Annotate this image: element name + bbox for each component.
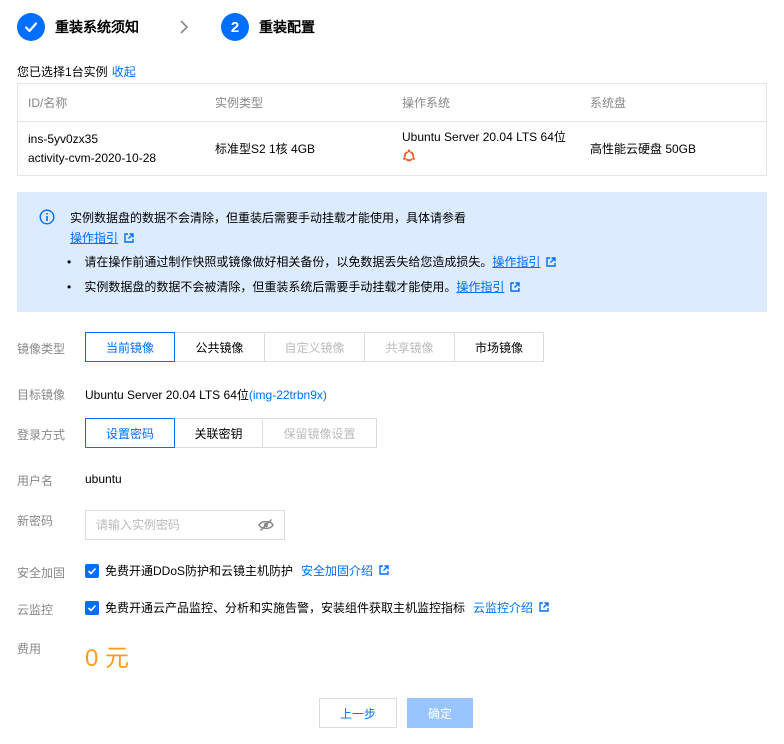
notice-bullet-1-link[interactable]: 操作指引 bbox=[492, 255, 540, 269]
table-row: ins-5yv0zx35 activity-cvm-2020-10-28 标准型… bbox=[18, 122, 766, 175]
login-method-label: 登录方式 bbox=[17, 428, 66, 442]
ubuntu-logo-icon bbox=[402, 148, 580, 169]
col-header-os: 操作系统 bbox=[402, 96, 451, 110]
cell-id-name: ins-5yv0zx35 activity-cvm-2020-10-28 bbox=[18, 130, 205, 168]
image-type-market[interactable]: 市场镜像 bbox=[454, 332, 544, 362]
chevron-right-icon bbox=[174, 17, 194, 37]
image-type-public[interactable]: 公共镜像 bbox=[174, 332, 265, 362]
steps-bar: 重装系统须知 2 重装配置 bbox=[17, 12, 315, 42]
selected-count-text: 您已选择1台实例 bbox=[17, 65, 108, 79]
eye-off-icon[interactable] bbox=[258, 518, 274, 535]
notice-bullet-2-text: 实例数据盘的数据不会被清除，但重装系统后需要手动挂载才能使用。 bbox=[84, 280, 457, 294]
notice-bullet-2-link[interactable]: 操作指引 bbox=[456, 280, 504, 294]
instance-table: ID/名称 实例类型 操作系统 系统盘 ins-5yv0zx35 activit… bbox=[17, 83, 767, 176]
target-image-value: Ubuntu Server 20.04 LTS 64位(img-22trbn9x… bbox=[85, 386, 327, 403]
table-header: ID/名称 实例类型 操作系统 系统盘 bbox=[18, 84, 766, 122]
security-label: 安全加固 bbox=[17, 566, 66, 580]
username-label: 用户名 bbox=[17, 474, 54, 488]
image-type-label: 镜像类型 bbox=[17, 342, 66, 356]
external-link-icon bbox=[539, 601, 549, 615]
check-icon bbox=[24, 22, 38, 33]
image-type-shared: 共享镜像 bbox=[364, 332, 455, 362]
col-header-disk: 系统盘 bbox=[590, 96, 627, 110]
security-intro-link[interactable]: 安全加固介绍 bbox=[301, 562, 373, 579]
fee-value: 0 元 bbox=[85, 645, 130, 672]
cell-type: 标准型S2 1核 4GB bbox=[215, 142, 316, 156]
image-type-group: 当前镜像 公共镜像 自定义镜像 共享镜像 市场镜像 bbox=[85, 332, 544, 362]
notice-panel: 实例数据盘的数据不会清除，但重装后需要手动挂载才能使用，具体请参看 操作指引 请… bbox=[17, 192, 767, 312]
col-header-type: 实例类型 bbox=[215, 96, 264, 110]
confirm-button[interactable]: 确定 bbox=[407, 698, 473, 728]
notice-main-text: 实例数据盘的数据不会清除，但重装后需要手动挂载才能使用，具体请参看 bbox=[70, 211, 467, 225]
instance-id: ins-5yv0zx35 bbox=[28, 131, 99, 146]
notice-bullet-2: 实例数据盘的数据不会被清除，但重装系统后需要手动挂载才能使用。操作指引 bbox=[67, 277, 521, 298]
col-header-id: ID/名称 bbox=[28, 96, 68, 110]
info-icon bbox=[39, 209, 55, 228]
login-method-group: 设置密码 关联密钥 保留镜像设置 bbox=[85, 418, 377, 448]
password-field bbox=[85, 510, 285, 540]
checkbox-checked-icon bbox=[87, 567, 97, 575]
notice-bullet-1: 请在操作前通过制作快照或镜像做好相关备份，以免数据丢失给您造成损失。操作指引 bbox=[67, 252, 557, 273]
target-image-id-link[interactable]: (img-22trbn9x) bbox=[249, 388, 327, 402]
notice-bullet-1-text: 请在操作前通过制作快照或镜像做好相关备份，以免数据丢失给您造成损失。 bbox=[84, 255, 493, 269]
security-option: 免费开通DDoS防护和云镜主机防护 安全加固介绍 bbox=[85, 562, 389, 579]
login-set-password[interactable]: 设置密码 bbox=[85, 418, 175, 448]
monitor-checkbox[interactable] bbox=[85, 600, 99, 615]
selected-instances: 您已选择1台实例 收起 bbox=[17, 63, 136, 80]
monitor-intro-link[interactable]: 云监控介绍 bbox=[473, 599, 533, 616]
cell-disk: 高性能云硬盘 50GB bbox=[590, 142, 697, 156]
target-image-name: Ubuntu Server 20.04 LTS 64位 bbox=[85, 388, 249, 402]
new-password-label: 新密码 bbox=[17, 514, 54, 528]
notice-guide-link[interactable]: 操作指引 bbox=[70, 231, 118, 245]
os-name: Ubuntu Server 20.04 LTS 64位 bbox=[402, 130, 566, 144]
external-link-icon bbox=[379, 564, 389, 578]
monitor-label: 云监控 bbox=[17, 603, 54, 617]
step-1-label: 重装系统须知 bbox=[55, 19, 139, 35]
external-link-icon bbox=[124, 229, 134, 249]
fee-label: 费用 bbox=[17, 642, 42, 656]
external-link-icon bbox=[546, 253, 557, 273]
image-type-custom: 自定义镜像 bbox=[264, 332, 365, 362]
monitor-option: 免费开通云产品监控、分析和实施告警，安装组件获取主机监控指标 云监控介绍 bbox=[85, 599, 549, 616]
prev-step-button[interactable]: 上一步 bbox=[319, 698, 397, 728]
image-type-current[interactable]: 当前镜像 bbox=[85, 332, 175, 362]
step-1-done bbox=[17, 13, 45, 41]
monitor-text: 免费开通云产品监控、分析和实施告警，安装组件获取主机监控指标 bbox=[105, 601, 466, 615]
target-image-label: 目标镜像 bbox=[17, 388, 66, 402]
checkbox-checked-icon bbox=[87, 604, 97, 612]
step-2-label: 重装配置 bbox=[259, 19, 315, 35]
cell-os: Ubuntu Server 20.04 LTS 64位 bbox=[392, 128, 580, 169]
password-input[interactable] bbox=[86, 511, 246, 539]
notice-main: 实例数据盘的数据不会清除，但重装后需要手动挂载才能使用，具体请参看 操作指引 bbox=[70, 208, 466, 249]
step-2-current: 2 bbox=[221, 13, 249, 41]
external-link-icon bbox=[510, 278, 521, 298]
security-text: 免费开通DDoS防护和云镜主机防护 bbox=[105, 564, 294, 578]
login-associate-key[interactable]: 关联密钥 bbox=[174, 418, 263, 448]
username-value: ubuntu bbox=[85, 472, 122, 486]
security-checkbox[interactable] bbox=[85, 563, 99, 578]
login-keep-image-settings: 保留镜像设置 bbox=[262, 418, 377, 448]
instance-name: activity-cvm-2020-10-28 bbox=[28, 150, 157, 165]
collapse-link[interactable]: 收起 bbox=[112, 65, 136, 79]
